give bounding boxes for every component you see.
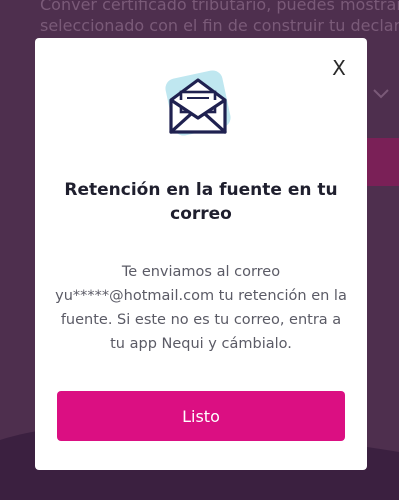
modal-message: Te enviamos al correo yu*****@hotmail.co… [55, 264, 347, 352]
modal-title: Retención en la fuente en tu correo [64, 180, 338, 224]
listo-button[interactable]: Listo [57, 391, 345, 441]
envelope-letter-icon [165, 70, 231, 136]
modal-dialog: X Retención en la fuente en tu correo Te… [35, 38, 367, 470]
close-button[interactable]: X [325, 54, 353, 82]
